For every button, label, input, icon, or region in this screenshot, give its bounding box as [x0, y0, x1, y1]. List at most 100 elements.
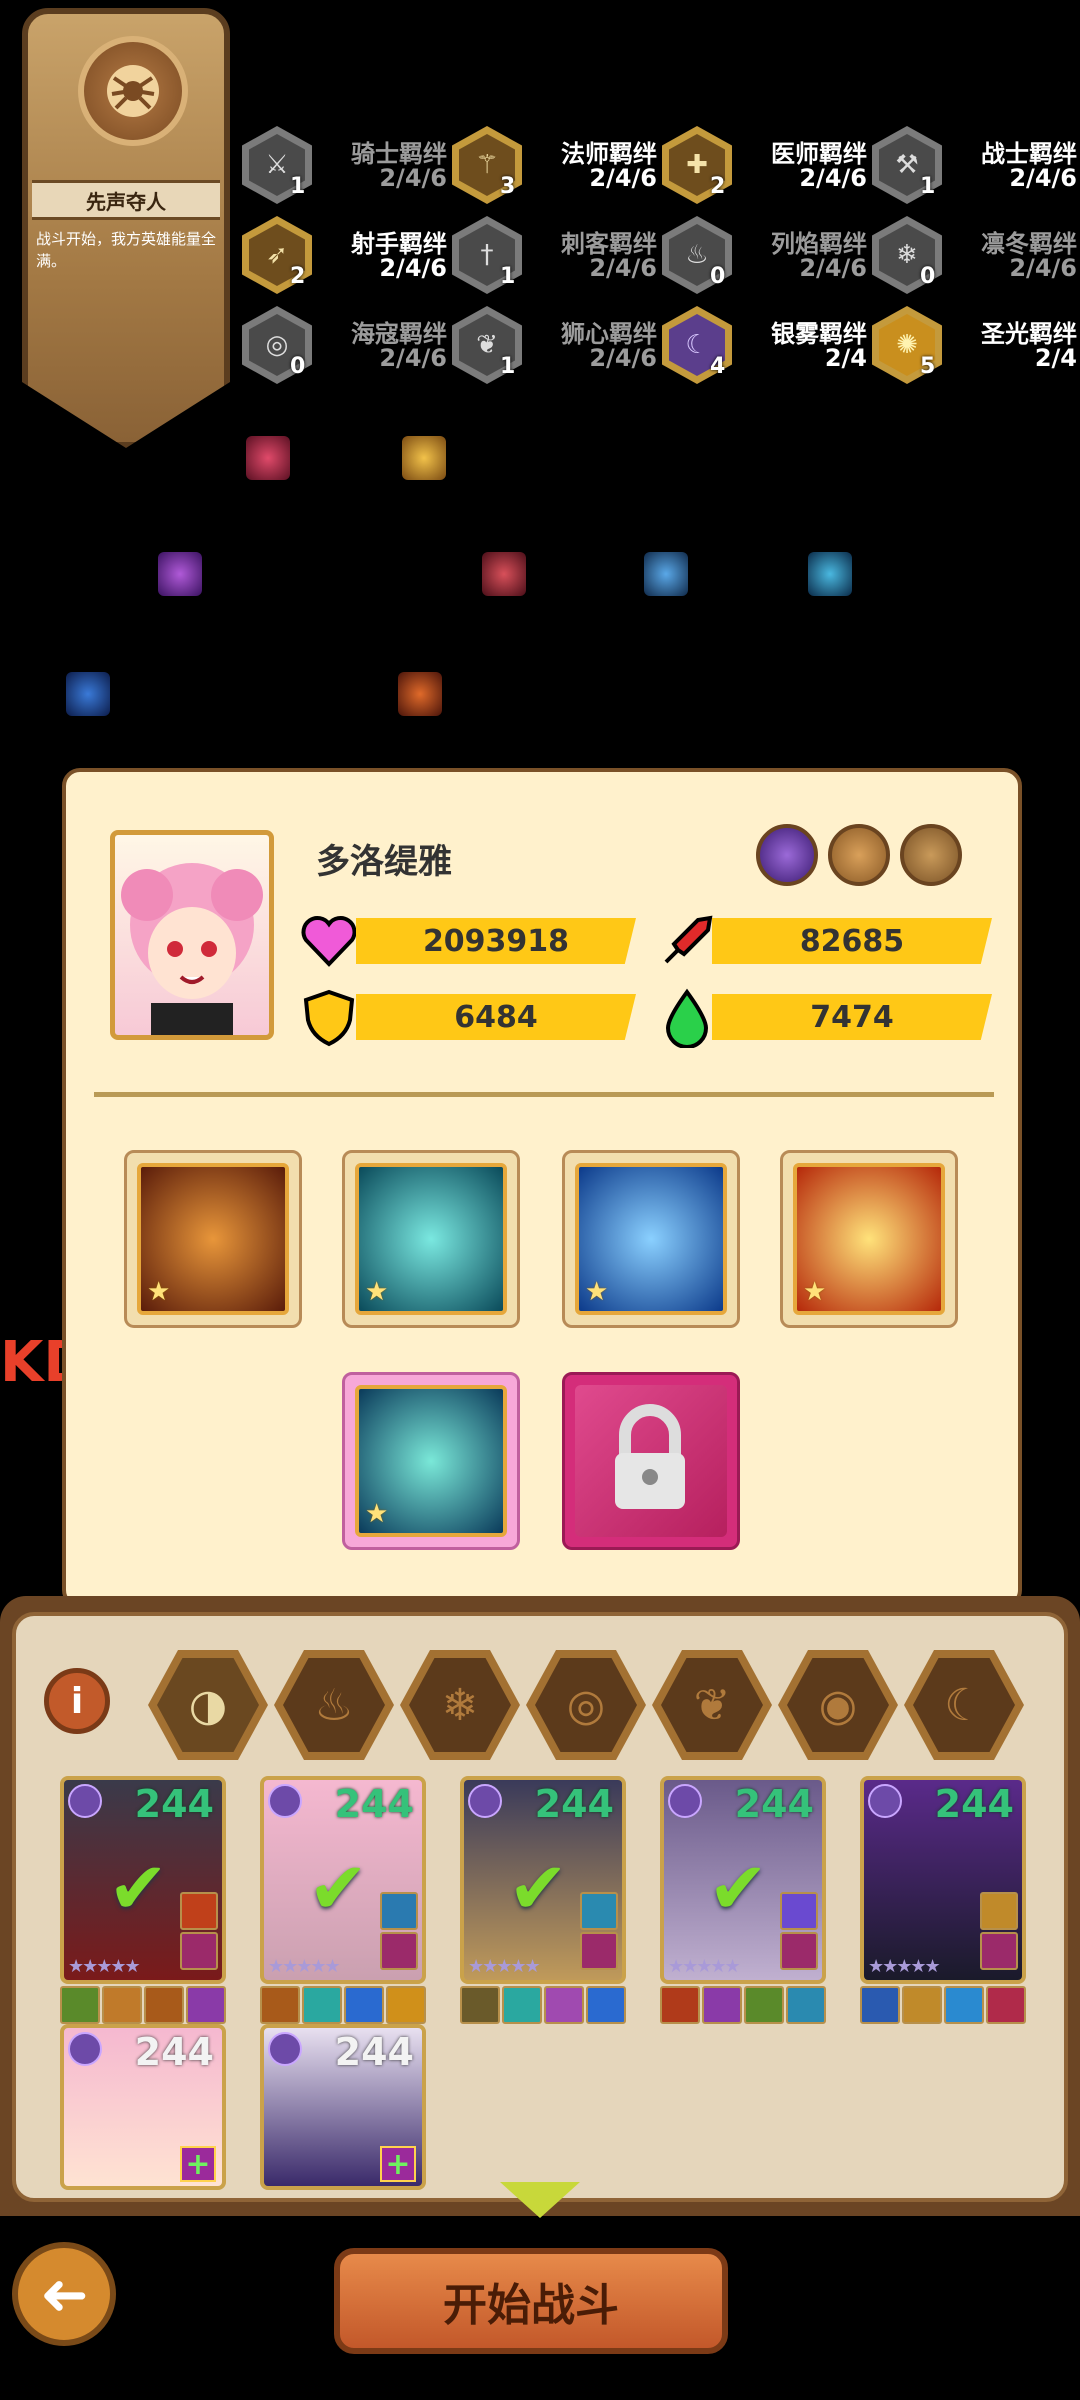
enemy-mini-icon[interactable] — [246, 436, 290, 480]
roster-hero[interactable]: 244 ★★★★★ — [860, 1776, 1026, 2026]
faction-badge-icon — [68, 2032, 102, 2066]
hp-value: 2093918 — [356, 918, 636, 964]
hero-portrait[interactable] — [110, 830, 274, 1040]
filter-wave[interactable]: ◎ — [526, 1650, 646, 1760]
all-factions-icon: ◑ — [157, 1658, 259, 1752]
bond-detail-card[interactable]: 先声夺人 战斗开始，我方英雄能量全满。 — [22, 8, 230, 448]
bond-count: 0 — [920, 264, 936, 289]
hero-name: 多洛缇雅 — [316, 842, 452, 882]
filter-ice[interactable]: ❄ — [400, 1650, 520, 1760]
back-button[interactable]: ➜ — [12, 2242, 116, 2346]
bond-levels: 2/4/6 — [1009, 164, 1077, 192]
equip-slot-armor[interactable]: ★ — [124, 1150, 302, 1328]
bond-levels: 2/4/6 — [799, 164, 867, 192]
star-rating: ★★★★★ — [268, 1956, 341, 1977]
roster-hero[interactable]: 244 ✔ ★★★★★ — [60, 1776, 226, 2026]
faction-badge-icon — [468, 1784, 502, 1818]
checkmark-icon: ✔ — [508, 1846, 569, 1930]
filter-moon[interactable]: ☾ — [904, 1650, 1024, 1760]
bond-count: 0 — [290, 354, 306, 379]
speed-value: 7474 — [712, 994, 992, 1040]
mist-faction-icon — [756, 824, 818, 886]
enemy-mini-icon[interactable] — [66, 672, 110, 716]
star-icon: ★ — [365, 1277, 389, 1307]
moon-icon: ☾ — [913, 1658, 1015, 1752]
bond-archer[interactable]: ➶ 2 射手羁绊 2/4/6 — [242, 216, 447, 296]
bond-holylight[interactable]: ✺ 5 圣光羁绊 2/4 — [872, 306, 1077, 386]
enemy-mini-icon[interactable] — [402, 436, 446, 480]
enemy-mini-icon[interactable] — [644, 552, 688, 596]
star-rating: ★★★★★ — [668, 1956, 741, 1977]
bond-count: 3 — [500, 174, 516, 199]
filter-leaf[interactable]: ❦ — [652, 1650, 772, 1760]
enemy-mini-icon[interactable] — [808, 552, 852, 596]
enemy-mini-icon[interactable] — [398, 672, 442, 716]
eye-icon: ◉ — [787, 1658, 889, 1752]
roster-hero[interactable]: 244 ✔ ★★★★★ — [260, 1776, 426, 2026]
roster-panel: i ◑ ♨ ❄ ◎ ❦ ◉ ☾ 244 ✔ ★★★★★ 244 ✔ ★★★★★ … — [12, 1612, 1068, 2202]
roster-tray: i ◑ ♨ ❄ ◎ ❦ ◉ ☾ 244 ✔ ★★★★★ 244 ✔ ★★★★★ … — [0, 1596, 1080, 2216]
bond-levels: 2/4 — [824, 344, 867, 372]
roster-hero[interactable]: 244 + — [60, 2024, 226, 2274]
bond-assassin[interactable]: † 1 刺客羁绊 2/4/6 — [452, 216, 657, 296]
star-rating: ★★★★★ — [468, 1956, 541, 1977]
hero-level: 244 — [134, 1782, 214, 1826]
enemy-mini-icon[interactable] — [158, 552, 202, 596]
bond-winter[interactable]: ❄ 0 凛冬羁绊 2/4/6 — [872, 216, 1077, 296]
roster-hero[interactable]: 244 ✔ ★★★★★ — [660, 1776, 826, 2026]
bond-levels: 2/4/6 — [589, 164, 657, 192]
start-battle-button[interactable]: 开始战斗 — [334, 2248, 728, 2354]
filter-eye[interactable]: ◉ — [778, 1650, 898, 1760]
bond-healer[interactable]: ✚ 2 医师羁绊 2/4/6 — [662, 126, 867, 206]
equip-slot-spear[interactable]: ★ — [342, 1372, 520, 1550]
filter-all[interactable]: ◑ — [148, 1650, 268, 1760]
bond-pirate[interactable]: ◎ 0 海寇羁绊 2/4/6 — [242, 306, 447, 386]
bond-count: 0 — [710, 264, 726, 289]
enemy-mini-icon[interactable] — [482, 552, 526, 596]
equip-slot-bow[interactable]: ★ — [342, 1150, 520, 1328]
bond-count: 5 — [920, 354, 936, 379]
faction-badge-icon — [868, 1784, 902, 1818]
hero-detail-panel: 多洛缇雅 2093918 82685 6484 7474 ★ ★ ★ ★ ★ — [62, 768, 1022, 1608]
bond-count: 1 — [290, 174, 306, 199]
collapse-arrow-icon[interactable] — [500, 2182, 580, 2218]
star-icon: ★ — [365, 1499, 389, 1529]
bond-warrior[interactable]: ⚒ 1 战士羁绊 2/4/6 — [872, 126, 1077, 206]
star-rating: ★★★★★ — [868, 1956, 941, 1977]
checkmark-icon: ✔ — [108, 1846, 169, 1930]
bond-count: 1 — [920, 174, 936, 199]
attack-value: 82685 — [712, 918, 992, 964]
bond-knight[interactable]: ⚔ 1 骑士羁绊 2/4/6 — [242, 126, 447, 206]
bond-count: 2 — [290, 264, 306, 289]
bond-count: 4 — [710, 354, 726, 379]
equip-slot-relic[interactable]: ★ — [780, 1150, 958, 1328]
equip-slot-locked[interactable] — [562, 1372, 740, 1550]
bond-mage[interactable]: ⚚ 3 法师羁绊 2/4/6 — [452, 126, 657, 206]
bond-levels: 2/4/6 — [799, 254, 867, 282]
hero-level: 244 — [134, 2030, 214, 2074]
info-button[interactable]: i — [44, 1668, 110, 1734]
star-icon: ★ — [147, 1277, 171, 1307]
hero-level: 244 — [334, 2030, 414, 2074]
add-hero-icon[interactable]: + — [380, 2146, 416, 2182]
bond-count: 2 — [710, 174, 726, 199]
faction-badge-icon — [268, 2032, 302, 2066]
shield-icon — [303, 989, 355, 1047]
filter-fire[interactable]: ♨ — [274, 1650, 394, 1760]
bond-levels: 2/4/6 — [379, 344, 447, 372]
spider-emblem-icon — [78, 36, 188, 146]
add-hero-icon[interactable]: + — [180, 2146, 216, 2182]
snowflake-icon: ❄ — [409, 1658, 511, 1752]
faction-badge-icon — [268, 1784, 302, 1818]
fire-icon: ♨ — [283, 1658, 385, 1752]
roster-hero[interactable]: 244 + — [260, 2024, 426, 2274]
bond-count: 1 — [500, 354, 516, 379]
bond-silvermist[interactable]: ☾ 4 银雾羁绊 2/4 — [662, 306, 867, 386]
star-icon: ★ — [585, 1277, 609, 1307]
bond-levels: 2/4 — [1034, 344, 1077, 372]
bond-lionheart[interactable]: ❦ 1 狮心羁绊 2/4/6 — [452, 306, 657, 386]
equip-slot-crossbow[interactable]: ★ — [562, 1150, 740, 1328]
bond-count: 1 — [500, 264, 516, 289]
bond-blaze[interactable]: ♨ 0 列焰羁绊 2/4/6 — [662, 216, 867, 296]
roster-hero[interactable]: 244 ✔ ★★★★★ — [460, 1776, 626, 2026]
